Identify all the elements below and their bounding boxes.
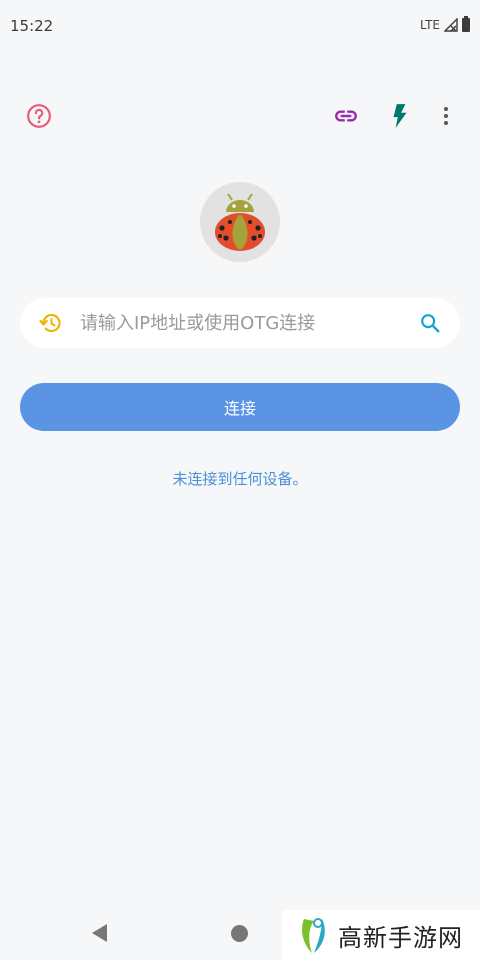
ladybug-android-icon (215, 193, 265, 251)
address-search-box (20, 298, 460, 348)
home-icon[interactable] (231, 925, 248, 942)
connect-button[interactable]: 连接 (20, 383, 460, 431)
battery-icon (462, 16, 470, 32)
status-bar: 15:22 LTE (0, 0, 480, 56)
ip-address-input[interactable] (78, 311, 402, 335)
help-circle-icon (27, 104, 51, 128)
history-icon (39, 313, 61, 333)
connection-status-text: 未连接到任何设备。 (172, 470, 308, 488)
watermark-logo-icon (302, 918, 325, 953)
link-icon (335, 110, 357, 122)
status-time: 15:22 (10, 17, 54, 35)
flash-icon (393, 104, 407, 128)
more-options-button[interactable] (426, 96, 466, 136)
flash-button[interactable] (380, 96, 420, 136)
history-button[interactable] (39, 311, 63, 335)
connect-button-label: 连接 (223, 399, 256, 418)
search-button[interactable] (418, 311, 442, 335)
link-button[interactable] (326, 96, 366, 136)
help-button[interactable] (19, 96, 59, 136)
search-icon (421, 314, 440, 333)
watermark: 高新手游网 (282, 910, 480, 960)
back-icon[interactable] (92, 924, 107, 942)
watermark-text: 高新手游网 (338, 923, 463, 952)
more-vertical-icon (444, 107, 448, 125)
network-type: LTE (420, 18, 440, 32)
status-indicators: LTE (420, 16, 470, 32)
toolbar (0, 96, 480, 136)
app-logo (200, 182, 280, 262)
signal-icon (444, 18, 458, 32)
